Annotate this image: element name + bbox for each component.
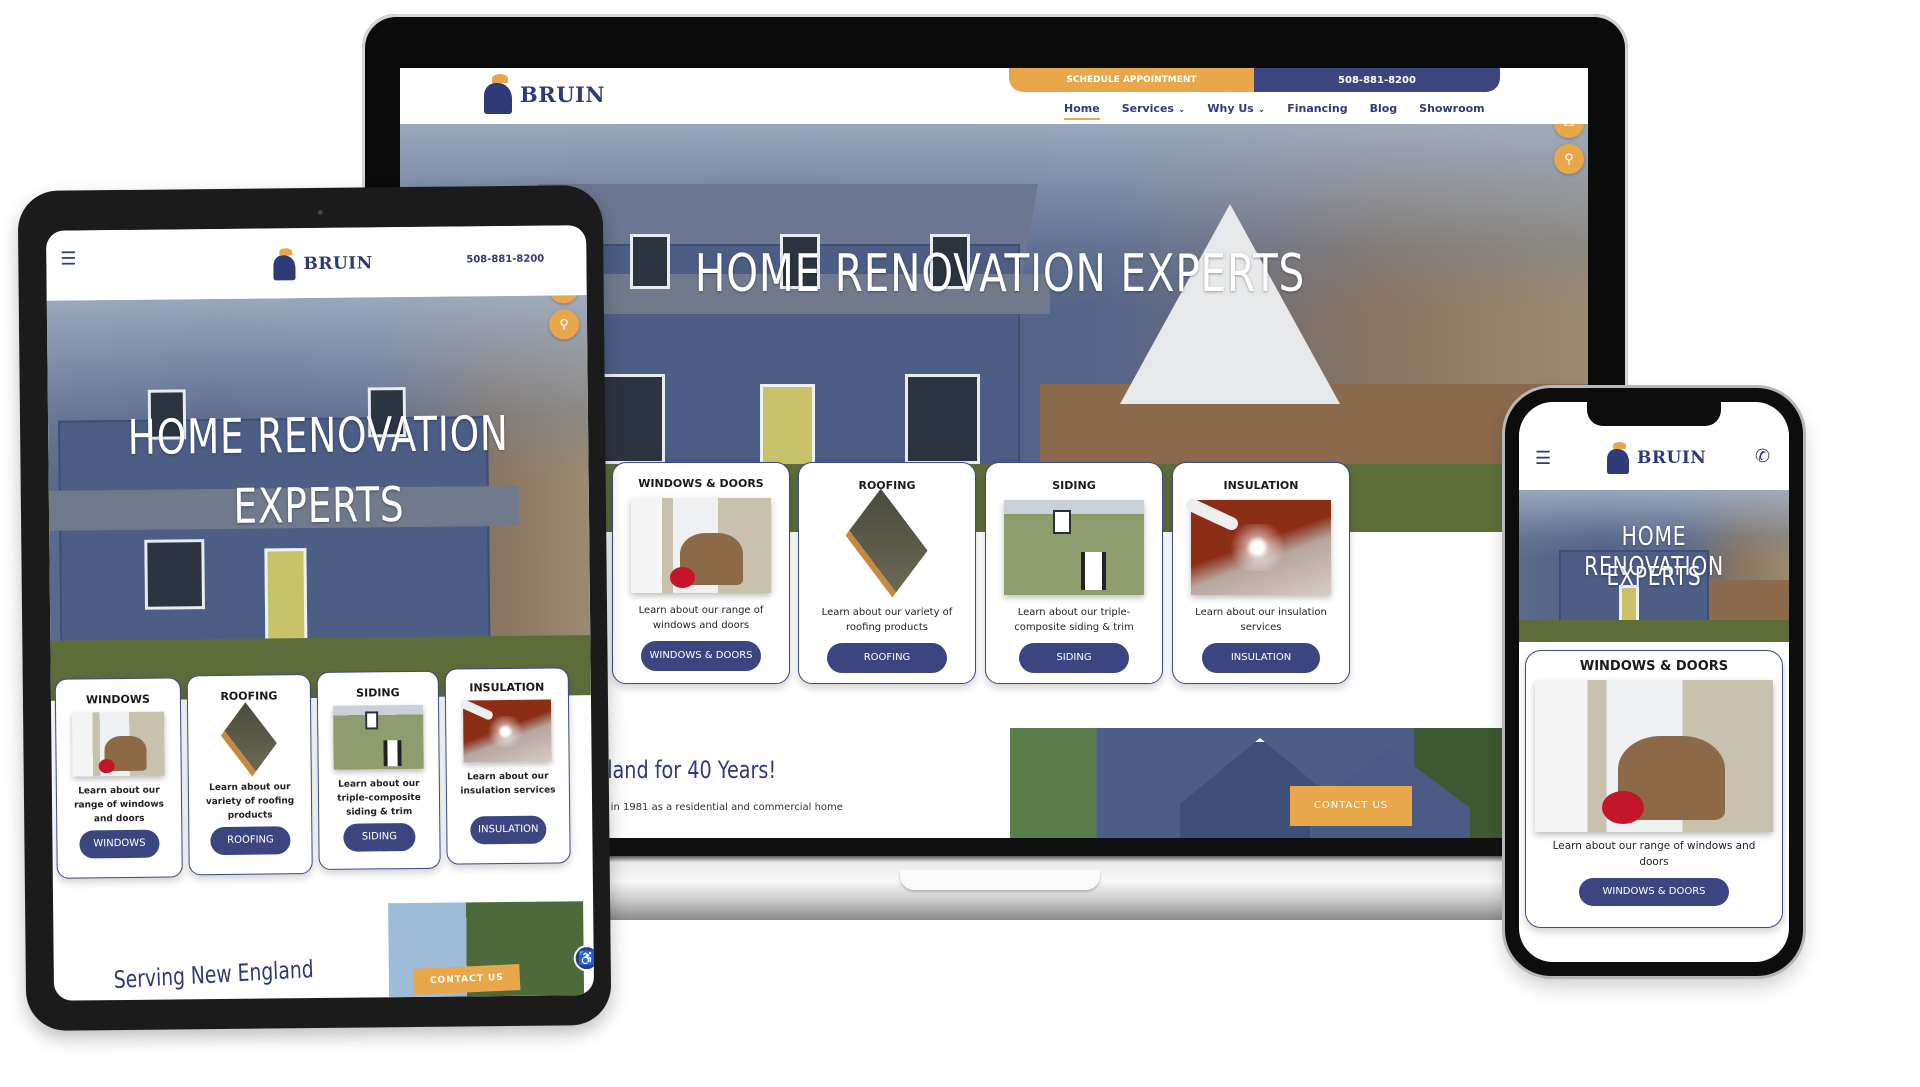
service-card-roofing: ROOFING Learn about our variety of roofi… — [186, 674, 313, 876]
roofing-button[interactable]: ROOFING — [210, 826, 291, 856]
bear-logo-icon — [1605, 442, 1631, 474]
windows-image — [72, 711, 165, 777]
phone-number-button[interactable]: 508-881-8200 — [1254, 68, 1500, 92]
contact-us-button[interactable]: CONTACT US — [1290, 786, 1412, 826]
tablet-camera — [317, 209, 323, 215]
service-card-windows: WINDOWS Learn about our range of windows… — [54, 677, 183, 879]
insulation-image — [1191, 500, 1331, 595]
siding-button[interactable]: SIDING — [1019, 643, 1129, 673]
brand-logo[interactable]: BRUIN — [1605, 442, 1706, 474]
hamburger-menu-icon[interactable]: ☰ — [60, 248, 76, 269]
brand-name: BRUIN — [303, 253, 373, 275]
hero-title: HOME RENOVATION EXPERTS — [694, 244, 1306, 304]
windows-button[interactable]: WINDOWS — [79, 829, 160, 859]
bear-logo-icon — [482, 74, 514, 114]
roofing-button[interactable]: ROOFING — [827, 643, 947, 673]
map-pin-icon: ⚲ — [559, 316, 569, 332]
serving-heading: Serving New England — [113, 955, 315, 995]
siding-image — [333, 704, 424, 770]
windows-doors-button[interactable]: WINDOWS & DOORS — [1579, 878, 1729, 906]
laptop-notch — [900, 870, 1100, 890]
call-button[interactable]: ✆ — [1755, 446, 1770, 467]
service-card-roofing: ROOFING Learn about our variety of roofi… — [798, 462, 976, 684]
schedule-appointment-button[interactable]: SCHEDULE APPOINTMENT — [1009, 68, 1254, 92]
phone-number-link[interactable]: 508-881-8200 — [466, 254, 544, 266]
chevron-down-icon: ⌄ — [1177, 105, 1186, 115]
accessibility-button[interactable]: ♿ — [573, 945, 595, 972]
windows-doors-button[interactable]: WINDOWS & DOORS — [641, 641, 761, 671]
tablet-mockup: ☰ BRUIN 508-881-8200 HOME RENOVATION EXP… — [17, 184, 612, 1032]
roofing-image — [817, 500, 957, 595]
windows-image — [631, 498, 771, 593]
nav-financing[interactable]: Financing — [1287, 102, 1347, 120]
nav-services[interactable]: Services ⌄ — [1122, 102, 1186, 120]
fab-location-button[interactable]: ⚲ — [548, 309, 580, 340]
phone-notch — [1587, 402, 1721, 426]
phone-header: ☰ BRUIN ✆ — [1519, 432, 1789, 490]
desktop-header: BRUIN SCHEDULE APPOINTMENT 508-881-8200 … — [400, 68, 1588, 124]
tablet-hero: HOME RENOVATION EXPERTS — [46, 295, 591, 701]
tablet-header: ☰ BRUIN 508-881-8200 — [46, 225, 587, 301]
accessibility-icon: ♿ — [577, 949, 595, 966]
brand-logo[interactable]: BRUIN — [271, 247, 373, 281]
about-text: ed in 1981 as a residential and commerci… — [595, 802, 843, 813]
brand-logo[interactable]: BRUIN — [482, 74, 605, 114]
brand-name: BRUIN — [520, 81, 606, 107]
hamburger-menu-icon[interactable]: ☰ — [1535, 448, 1551, 469]
phone-hero: HOME RENOVATION EXPERTS — [1519, 490, 1789, 642]
hero-title-line1: HOME RENOVATION — [127, 405, 509, 466]
bear-logo-icon — [271, 248, 297, 281]
fab-location-button[interactable]: ⚲ — [1554, 144, 1584, 174]
hero-title-line2: EXPERTS — [1606, 562, 1702, 592]
phone-mockup: ☰ BRUIN ✆ HOME RENOVATION EXPERTS WINDOW — [1505, 388, 1803, 976]
service-card-siding: SIDING Learn about our triple-composite … — [316, 670, 441, 870]
siding-image — [1004, 500, 1144, 595]
service-card-insulation: INSULATION Learn about our insulation se… — [1172, 462, 1350, 684]
siding-button[interactable]: SIDING — [343, 822, 416, 852]
about-heading: gland for 40 Years! — [595, 756, 777, 784]
nav-showroom[interactable]: Showroom — [1419, 102, 1484, 120]
service-card-windows: WINDOWS & DOORS Learn about our range of… — [612, 462, 790, 684]
schedule-label: SCHEDULE APPOINTMENT — [1066, 75, 1197, 85]
phone-icon: ✆ — [1755, 446, 1771, 466]
phone-site: ☰ BRUIN ✆ HOME RENOVATION EXPERTS WINDOW — [1519, 402, 1789, 962]
windows-image — [1535, 680, 1773, 832]
insulation-button[interactable]: INSULATION — [470, 815, 547, 845]
nav-home[interactable]: Home — [1064, 102, 1100, 120]
contact-us-button[interactable]: CONTACT US — [413, 964, 521, 995]
phone-number: 508-881-8200 — [1338, 74, 1416, 86]
insulation-image — [462, 699, 552, 763]
brand-name: BRUIN — [1637, 448, 1707, 468]
main-nav: Home Services ⌄ Why Us ⌄ Financing Blog … — [1064, 102, 1485, 120]
service-card-siding: SIDING Learn about our triple-composite … — [985, 462, 1163, 684]
chevron-down-icon: ⌄ — [1257, 105, 1266, 115]
hero-title-line2: EXPERTS — [233, 477, 405, 535]
map-pin-icon: ⚲ — [1564, 151, 1574, 166]
roofing-image — [203, 708, 296, 774]
service-card-insulation: INSULATION Learn about our insulation se… — [444, 667, 571, 865]
insulation-button[interactable]: INSULATION — [1202, 643, 1320, 673]
nav-blog[interactable]: Blog — [1370, 102, 1398, 120]
service-card-windows: WINDOWS & DOORS Learn about our range of… — [1525, 650, 1783, 928]
tablet-site: ☰ BRUIN 508-881-8200 HOME RENOVATION EXP… — [46, 225, 595, 1001]
nav-why-us[interactable]: Why Us ⌄ — [1207, 102, 1265, 120]
